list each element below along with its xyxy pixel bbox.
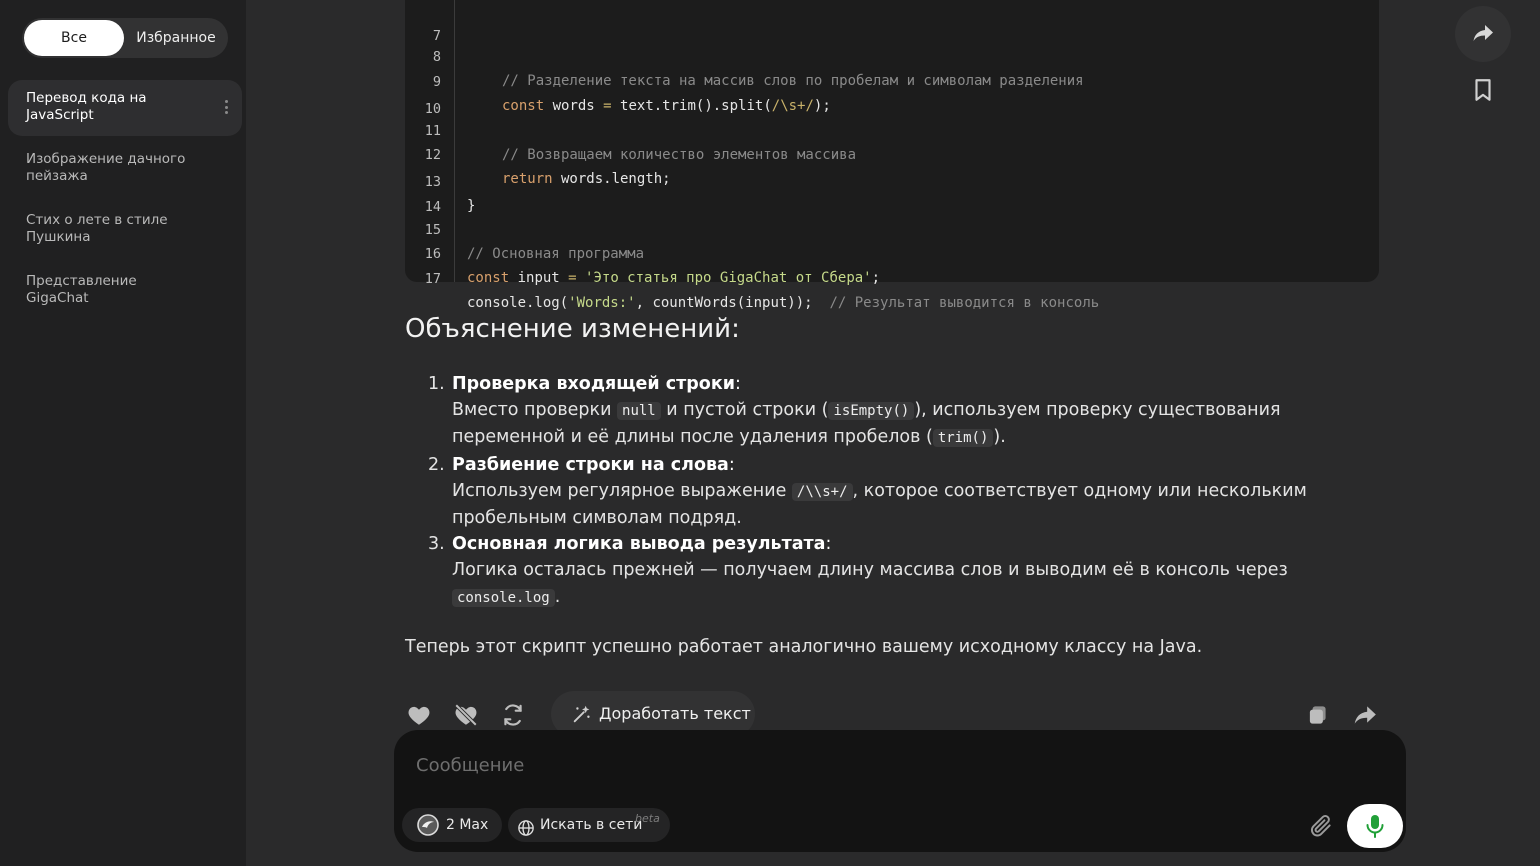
code-comment: // Результат выводится в консоль <box>829 295 1100 311</box>
code-text: , countWords(input)); <box>635 295 830 311</box>
list-item-body: Логика осталась прежней — получаем длину… <box>452 557 1288 611</box>
inline-code: null <box>617 402 661 420</box>
code-line: 14 <box>405 171 1379 215</box>
list-item-colon: : <box>825 534 832 554</box>
code-line: 9 const words = text.trim().split(/\s+/)… <box>405 46 1379 114</box>
chat-title-line: JavaScript <box>26 107 94 123</box>
more-options-icon[interactable] <box>224 100 228 114</box>
chat-title-line: GigaChat <box>26 290 89 306</box>
list-item-colon: : <box>728 455 735 475</box>
code-line: 12 return words.length; <box>405 119 1379 187</box>
code-string: 'Это статья про GigaChat от Сбера' <box>576 270 872 286</box>
voice-input-button[interactable] <box>1347 804 1403 848</box>
list-item-number: 2. <box>428 455 445 475</box>
inline-code: /\\s+/ <box>791 483 853 501</box>
body-text: ), используем проверку существования <box>914 400 1281 420</box>
chat-item[interactable]: Стих о лете в стиле Пушкина <box>8 202 242 258</box>
code-line: 16 const input = 'Это статья про GigaCha… <box>405 218 1379 286</box>
model-selector-button[interactable]: 2 Max <box>402 808 502 842</box>
chat-item[interactable]: Изображение дачного пейзажа <box>8 141 242 197</box>
refine-text-label: Доработать текст <box>599 704 751 723</box>
list-item-body: Используем регулярное выражение /\\s+/, … <box>452 478 1307 532</box>
globe-icon <box>517 816 535 850</box>
code-keyword: const <box>467 270 510 286</box>
code-text: console.log( <box>467 295 569 311</box>
code-line: 10 <box>405 73 1379 117</box>
code-block: 7 8 // Разделение текста на массив слов … <box>405 0 1379 311</box>
explanation-heading: Объяснение изменений: <box>405 314 740 344</box>
code-line: 11 // Возвращаем количество элементов ма… <box>405 95 1379 163</box>
beta-badge: beta <box>635 812 660 825</box>
model-label: 2 Max <box>446 817 489 833</box>
chat-title-line: Пушкина <box>26 229 91 245</box>
magic-sparkle-icon <box>571 703 593 729</box>
like-icon[interactable] <box>406 702 432 728</box>
share-icon[interactable] <box>1352 702 1378 728</box>
chat-title-line: Стих о лете в стиле <box>26 212 168 228</box>
line-number: 17 <box>424 271 441 287</box>
list-item-colon: : <box>734 374 741 394</box>
body-text: Используем регулярное выражение <box>452 481 792 501</box>
chat-item-active[interactable]: Перевод кода на JavaScript <box>8 80 242 136</box>
code-text: ; <box>871 270 881 286</box>
copy-icon[interactable] <box>1305 702 1331 728</box>
code-operator: = <box>568 270 577 286</box>
code-line: 8 // Разделение текста на массив слов по… <box>405 21 1379 89</box>
body-text: . <box>554 587 561 607</box>
chat-item[interactable]: Представление GigaChat <box>8 263 242 319</box>
sidebar: Все Избранное Перевод кода на JavaScript… <box>0 0 246 866</box>
web-search-label: Искать в сети <box>540 817 643 833</box>
share-icon <box>1471 21 1495 49</box>
inline-code: trim() <box>932 429 994 447</box>
list-item-title: Проверка входящей строки <box>452 374 735 394</box>
code-line: 13 } <box>405 146 1379 214</box>
attach-paperclip-icon[interactable] <box>1308 813 1334 843</box>
filter-all-button[interactable]: Все <box>24 20 124 56</box>
code-line: 17 console.log('Words:', countWords(inpu… <box>405 243 1379 311</box>
share-chat-button[interactable] <box>1455 6 1511 62</box>
inline-code: isEmpty() <box>828 402 915 420</box>
code-text: input <box>509 270 569 286</box>
inline-code: console.log <box>452 589 555 607</box>
microphone-icon <box>1364 814 1386 842</box>
regenerate-icon[interactable] <box>500 702 526 728</box>
chat-title-line: пейзажа <box>26 168 88 184</box>
body-text: ). <box>993 427 1006 447</box>
gigachat-logo-icon <box>416 813 440 850</box>
message-composer: 2 Max Искать в сети beta <box>394 730 1406 852</box>
filter-segmented-control: Все Избранное <box>22 18 228 58</box>
code-line: 15 // Основная программа <box>405 194 1379 262</box>
list-item-title: Основная логика вывода результата <box>452 534 826 554</box>
body-text: Логика осталась прежней — получаем длину… <box>452 560 1288 580</box>
dislike-icon[interactable] <box>453 702 479 728</box>
list-item-number: 1. <box>428 374 445 394</box>
message-input[interactable] <box>416 750 1296 780</box>
web-search-toggle[interactable]: Искать в сети beta <box>508 808 670 842</box>
body-text: , которое соответствует одному или неско… <box>852 481 1307 501</box>
chat-title-line: Перевод кода на <box>26 90 147 106</box>
list-item-title: Разбиение строки на слова <box>452 455 729 475</box>
bookmark-icon[interactable] <box>1470 77 1496 107</box>
body-text: Вместо проверки <box>452 400 618 420</box>
closing-paragraph: Теперь этот скрипт успешно работает анал… <box>405 637 1203 657</box>
list-item-body: Вместо проверки null и пустой строки (is… <box>452 397 1281 451</box>
list-item-number: 3. <box>428 534 445 554</box>
code-string: 'Words:' <box>568 295 636 311</box>
chat-title-line: Изображение дачного <box>26 151 186 167</box>
filter-favorites-button[interactable]: Избранное <box>126 20 226 56</box>
chat-title-line: Представление <box>26 273 137 289</box>
body-text: переменной и её длины после удаления про… <box>452 427 933 447</box>
body-text: пробельным символам подряд. <box>452 508 742 528</box>
body-text: и пустой строки ( <box>660 400 829 420</box>
